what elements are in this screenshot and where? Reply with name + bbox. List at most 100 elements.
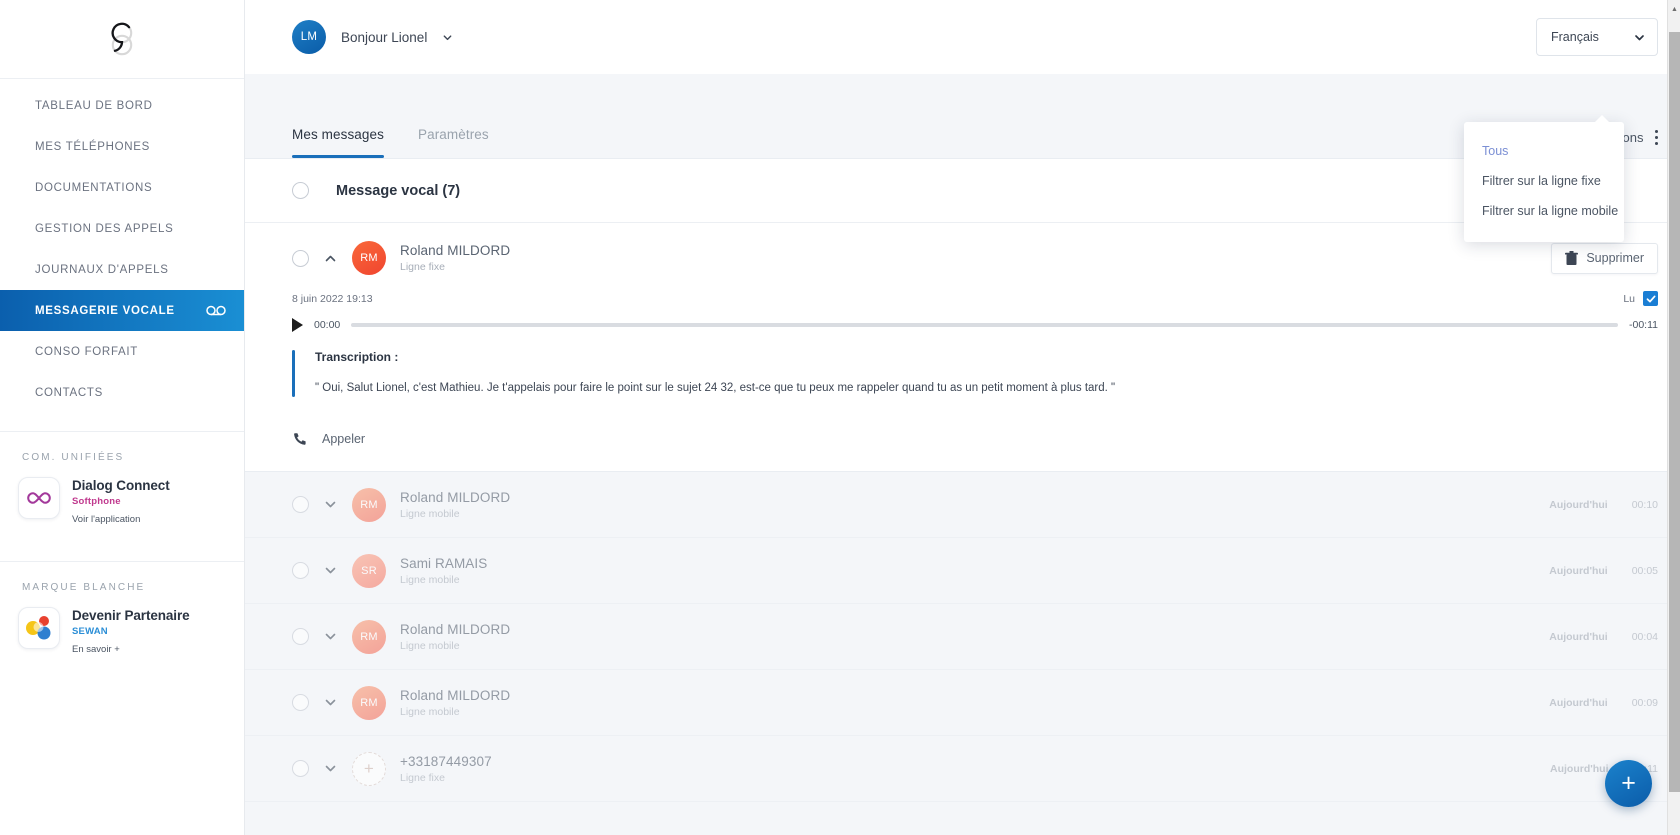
promo-title: Dialog Connect bbox=[72, 478, 170, 493]
chevron-down-icon[interactable] bbox=[323, 563, 338, 578]
sidebar-item-label: JOURNAUX D'APPELS bbox=[35, 263, 169, 276]
sidebar-item-label: CONSO FORFAIT bbox=[35, 345, 139, 358]
progress-slider[interactable] bbox=[351, 323, 1618, 327]
message-list: Message vocal (7) RM Roland MILDORD Lign… bbox=[245, 159, 1680, 835]
message-duration: 00:10 bbox=[1631, 498, 1658, 511]
language-value: Français bbox=[1551, 30, 1599, 44]
message-select-radio[interactable] bbox=[292, 628, 309, 646]
scroll-up-arrow[interactable]: ▲ bbox=[1668, 2, 1680, 16]
language-select[interactable]: Français bbox=[1536, 18, 1658, 56]
infinity-icon bbox=[27, 492, 51, 504]
tab-parametres[interactable]: Paramètres bbox=[418, 127, 489, 158]
logo-container[interactable] bbox=[0, 0, 244, 79]
promo-link[interactable]: Voir l'application bbox=[72, 514, 170, 525]
dropdown-item-tous[interactable]: Tous bbox=[1464, 136, 1624, 166]
trash-icon bbox=[1565, 250, 1579, 265]
promo-icon-container bbox=[18, 607, 60, 649]
group-title: Message vocal (7) bbox=[336, 182, 461, 199]
dropdown-item-filtrer-ligne-fixe[interactable]: Filtrer sur la ligne fixe bbox=[1464, 166, 1624, 196]
message-row[interactable]: SR Sami RAMAIS Ligne mobile Aujourd'hui … bbox=[245, 538, 1680, 605]
message-timestamp: 8 juin 2022 19:13 bbox=[292, 292, 373, 305]
message-day: Aujourd'hui bbox=[1549, 564, 1608, 577]
main-content: LM Bonjour Lionel Français Mes messages … bbox=[245, 0, 1680, 835]
chevron-down-icon[interactable] bbox=[323, 695, 338, 710]
caller-name: Sami RAMAIS bbox=[400, 555, 488, 571]
message-duration: 00:05 bbox=[1631, 564, 1658, 577]
caller-name: Roland MILDORD bbox=[400, 243, 511, 258]
sidebar-item-messagerie-vocale[interactable]: MESSAGERIE VOCALE bbox=[0, 290, 244, 331]
promo-card-devenir-partenaire[interactable]: Devenir Partenaire SEWAN En savoir + bbox=[0, 607, 244, 673]
message-day: Aujourd'hui bbox=[1549, 696, 1608, 709]
caller-name: +33187449307 bbox=[400, 753, 492, 769]
delete-button[interactable]: Supprimer bbox=[1551, 242, 1658, 274]
read-status: Lu bbox=[1623, 291, 1658, 306]
add-button[interactable]: + bbox=[1605, 760, 1652, 807]
sidebar-item-contacts[interactable]: CONTACTS bbox=[0, 372, 244, 413]
dropdown-item-filtrer-ligne-mobile[interactable]: Filtrer sur la ligne mobile bbox=[1464, 196, 1624, 226]
avatar: RM bbox=[352, 685, 386, 720]
sidebar-item-label: GESTION DES APPELS bbox=[35, 222, 174, 235]
message-row[interactable]: + +33187449307 Ligne fixe Aujourd'hui 00… bbox=[245, 736, 1680, 803]
sidebar-item-label: MESSAGERIE VOCALE bbox=[35, 304, 175, 317]
caller-name: Roland MILDORD bbox=[400, 489, 511, 505]
promo-text: Dialog Connect Softphone Voir l'applicat… bbox=[72, 477, 170, 525]
sewan-logo-icon bbox=[111, 22, 133, 56]
user-menu[interactable]: LM Bonjour Lionel bbox=[292, 20, 453, 54]
caller-info: Roland MILDORD Ligne mobile bbox=[400, 688, 1535, 718]
message-select-radio[interactable] bbox=[292, 249, 309, 267]
sidebar-item-label: CONTACTS bbox=[35, 386, 103, 399]
sidebar-item-tableau-de-bord[interactable]: TABLEAU DE BORD bbox=[0, 85, 244, 126]
chevron-down-icon[interactable] bbox=[323, 497, 338, 512]
caller-info: Roland MILDORD Ligne mobile bbox=[400, 622, 1535, 652]
caller-info: +33187449307 Ligne fixe bbox=[400, 754, 1536, 784]
row-meta: Aujourd'hui 00:05 bbox=[1549, 565, 1658, 577]
promo-subtitle: Softphone bbox=[72, 496, 121, 507]
row-meta: Aujourd'hui 00:04 bbox=[1549, 631, 1658, 643]
message-row[interactable]: RM Roland MILDORD Ligne mobile Aujourd'h… bbox=[245, 670, 1680, 737]
message-select-radio[interactable] bbox=[292, 694, 309, 712]
scrollbar-thumb[interactable] bbox=[1669, 32, 1680, 792]
promo-link[interactable]: En savoir + bbox=[72, 644, 190, 655]
page-scrollbar[interactable]: ▲ bbox=[1667, 0, 1680, 835]
transcription-accent-bar bbox=[292, 350, 295, 398]
section-label-com-unifiees: COM. UNIFIÉES bbox=[22, 452, 125, 463]
chevron-down-icon[interactable] bbox=[323, 761, 338, 776]
message-row[interactable]: RM Roland MILDORD Ligne mobile Aujourd'h… bbox=[245, 472, 1680, 539]
sidebar: TABLEAU DE BORD MES TÉLÉPHONES DOCUMENTA… bbox=[0, 0, 245, 835]
sidebar-item-journaux-dappels[interactable]: JOURNAUX D'APPELS bbox=[0, 249, 244, 290]
play-button[interactable] bbox=[292, 318, 303, 332]
call-button[interactable]: Appeler bbox=[245, 397, 1680, 447]
sidebar-item-documentations[interactable]: DOCUMENTATIONS bbox=[0, 167, 244, 208]
avatar: RM bbox=[352, 241, 386, 275]
caller-info: Sami RAMAIS Ligne mobile bbox=[400, 556, 1535, 586]
phone-icon bbox=[294, 433, 306, 446]
chevron-down-icon[interactable] bbox=[323, 629, 338, 644]
avatar: RM bbox=[352, 487, 386, 522]
voicemail-icon bbox=[206, 305, 226, 316]
message-select-radio[interactable] bbox=[292, 562, 309, 580]
avatar-add[interactable]: + bbox=[352, 751, 386, 786]
check-icon bbox=[1646, 295, 1655, 302]
sidebar-item-label: DOCUMENTATIONS bbox=[35, 181, 153, 194]
message-row[interactable]: RM Roland MILDORD Ligne mobile Aujourd'h… bbox=[245, 604, 1680, 671]
sidebar-item-conso-forfait[interactable]: CONSO FORFAIT bbox=[0, 331, 244, 372]
select-all-radio[interactable] bbox=[292, 182, 309, 199]
app-root: TABLEAU DE BORD MES TÉLÉPHONES DOCUMENTA… bbox=[0, 0, 1680, 835]
sidebar-item-gestion-des-appels[interactable]: GESTION DES APPELS bbox=[0, 208, 244, 249]
message-meta: 8 juin 2022 19:13 Lu bbox=[245, 275, 1680, 306]
audio-player: 00:00 -00:11 bbox=[245, 306, 1680, 332]
tab-mes-messages[interactable]: Mes messages bbox=[292, 127, 384, 158]
read-checkbox[interactable] bbox=[1643, 291, 1658, 306]
message-select-radio[interactable] bbox=[292, 760, 309, 778]
chevron-up-icon[interactable] bbox=[323, 251, 338, 266]
promo-card-dialog-connect[interactable]: Dialog Connect Softphone Voir l'applicat… bbox=[0, 477, 244, 543]
read-label: Lu bbox=[1623, 292, 1635, 305]
caller-name: Roland MILDORD bbox=[400, 687, 511, 703]
transcription-content: Transcription : " Oui, Salut Lionel, c'e… bbox=[315, 350, 1115, 397]
tab-list: Mes messages Paramètres bbox=[292, 127, 489, 158]
sidebar-item-mes-telephones[interactable]: MES TÉLÉPHONES bbox=[0, 126, 244, 167]
message-select-radio[interactable] bbox=[292, 496, 309, 514]
caller-line-type: Ligne mobile bbox=[400, 639, 460, 652]
caller-line-type: Ligne mobile bbox=[400, 507, 460, 520]
caller-line-type: Ligne mobile bbox=[400, 573, 460, 586]
